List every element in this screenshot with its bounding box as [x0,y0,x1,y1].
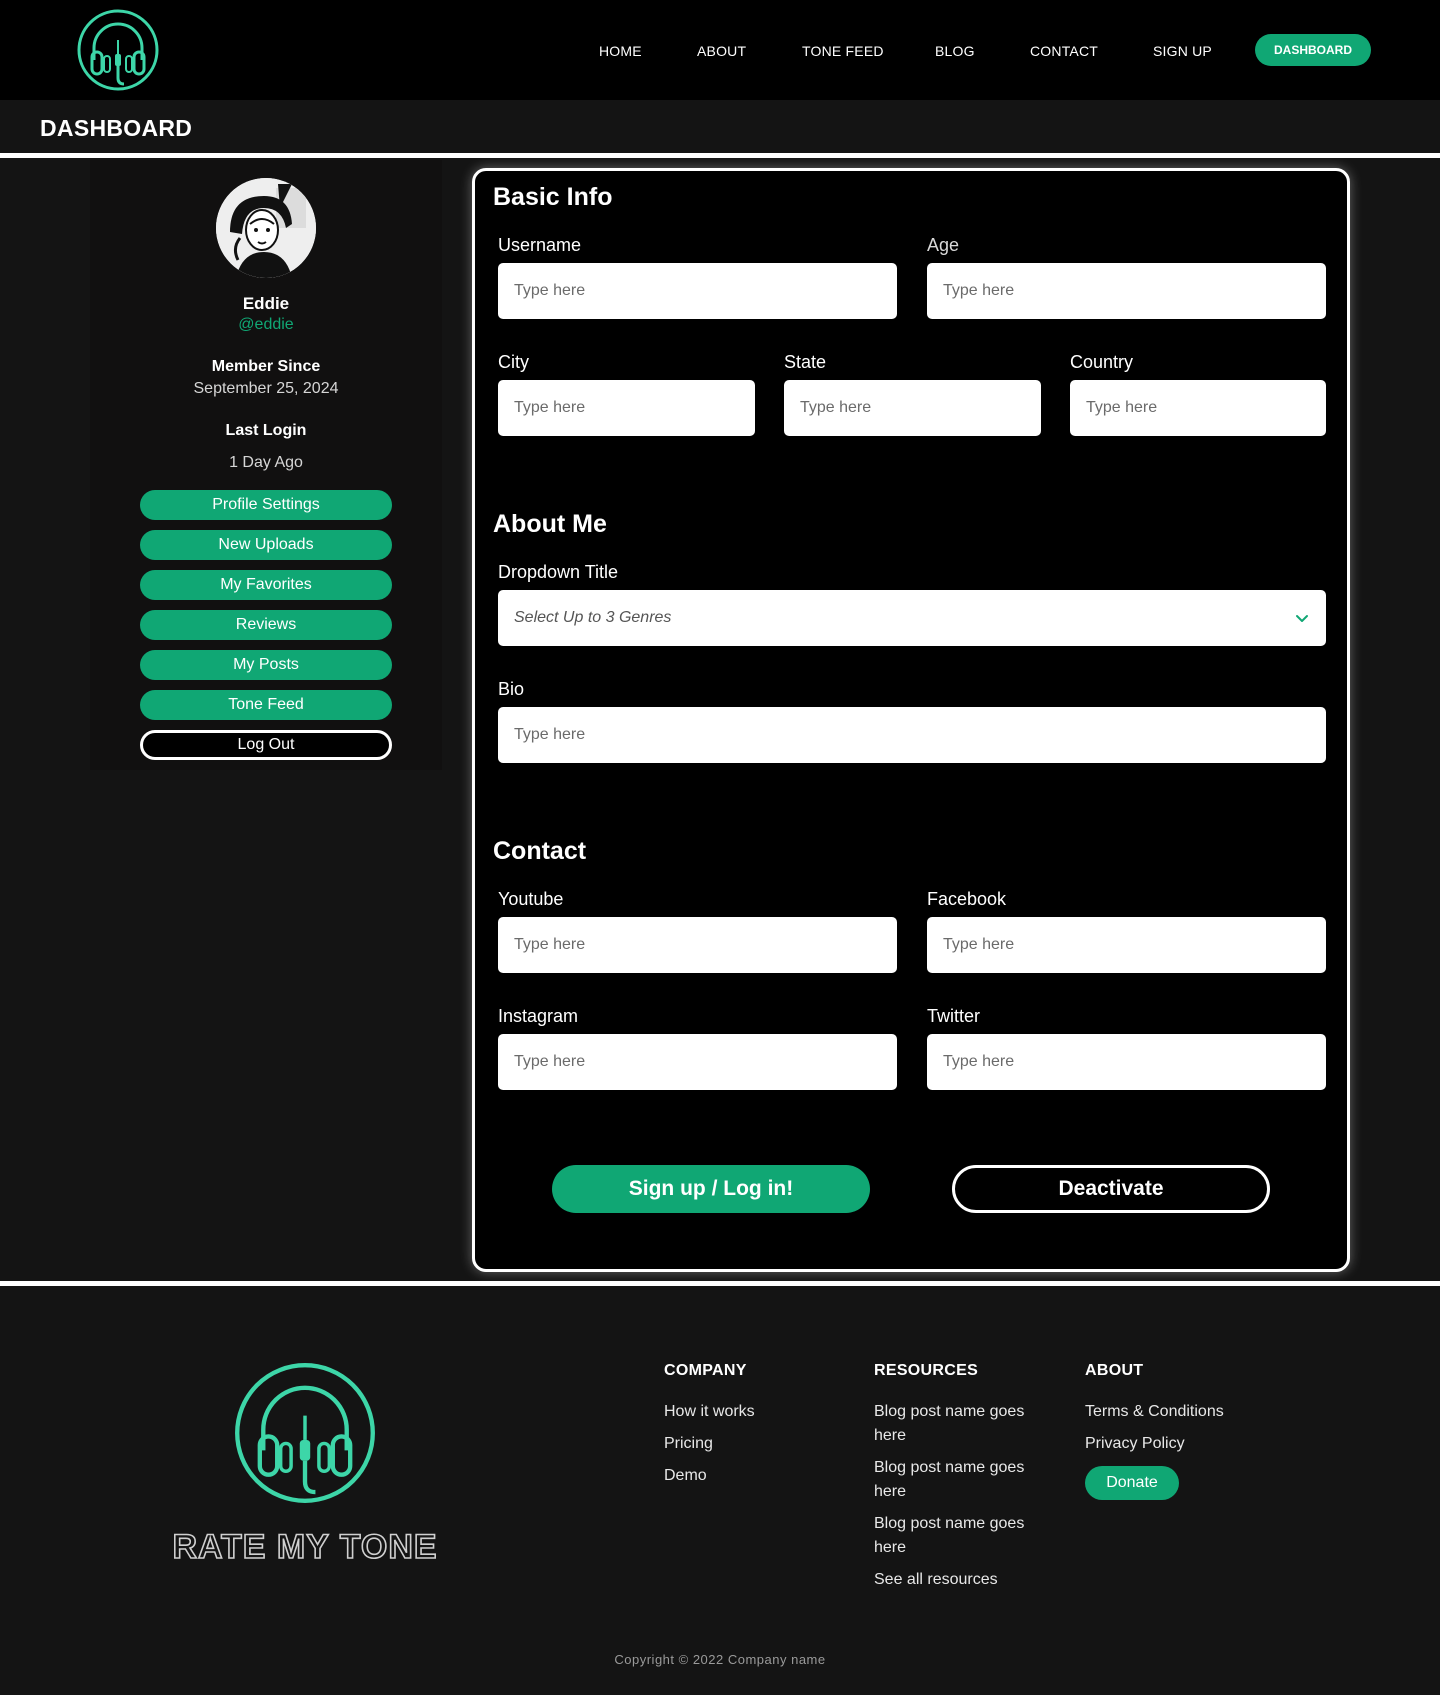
footer-company-column: COMPANY How it works Pricing Demo [664,1362,755,1496]
member-since-date: September 25, 2024 [193,380,339,397]
footer-link-blog-post-3[interactable]: Blog post name goes here [874,1512,1054,1560]
about-me-title: About Me [493,510,607,538]
facebook-label: Facebook [927,889,1007,909]
footer-link-blog-post-1[interactable]: Blog post name goes here [874,1400,1054,1448]
sidebar-profile-settings-button[interactable]: Profile Settings [140,490,392,520]
footer-link-blog-post-2[interactable]: Blog post name goes here [874,1456,1054,1504]
country-label: Country [1070,352,1134,372]
username-label: Username [498,235,582,255]
footer-divider [0,1281,1440,1286]
profile-form-card: Basic Info Username Age City State Count… [472,168,1350,1272]
city-input[interactable] [498,380,755,436]
donate-button[interactable]: Donate [1085,1466,1179,1500]
avatar-illustration-icon [216,178,316,278]
sign-up-login-button[interactable]: Sign up / Log in! [552,1165,870,1213]
basic-info-title: Basic Info [493,183,613,211]
nav-about[interactable]: ABOUT [697,43,746,59]
footer-link-demo[interactable]: Demo [664,1464,755,1488]
sidebar-reviews-button[interactable]: Reviews [140,610,392,640]
city-label: City [498,352,529,372]
instagram-input[interactable] [498,1034,897,1090]
instagram-label: Instagram [498,1006,579,1026]
footer-link-terms[interactable]: Terms & Conditions [1085,1400,1224,1424]
state-label: State [784,352,827,372]
profile-sidebar: Eddie @eddie Member Since September 25, … [90,160,442,770]
avatar[interactable] [216,178,316,278]
age-input[interactable] [927,263,1326,319]
last-login-value: 1 Day Ago [229,454,303,471]
sidebar-my-favorites-button[interactable]: My Favorites [140,570,392,600]
footer-about-column: ABOUT Terms & Conditions Privacy Policy … [1085,1362,1224,1500]
footer-about-heading: ABOUT [1085,1362,1144,1379]
footer-link-privacy[interactable]: Privacy Policy [1085,1432,1224,1456]
contact-title: Contact [493,837,587,865]
username-input[interactable] [498,263,897,319]
age-label: Age [927,235,960,255]
headphones-logo-icon[interactable] [232,1360,378,1506]
footer-resources-column: RESOURCES Blog post name goes here Blog … [874,1362,1054,1600]
youtube-input[interactable] [498,917,897,973]
sidebar-my-posts-button[interactable]: My Posts [140,650,392,680]
twitter-label: Twitter [927,1006,981,1026]
genres-dropdown[interactable]: Select Up to 3 Genres [498,590,1326,646]
headphones-logo-icon[interactable] [76,8,160,92]
copyright-text: Copyright © 2022 Company name [614,1652,826,1667]
footer-resources-heading: RESOURCES [874,1362,979,1379]
footer-link-how-it-works[interactable]: How it works [664,1400,755,1424]
bio-label: Bio [498,679,525,699]
nav-tone-feed[interactable]: TONE FEED [802,43,884,59]
youtube-label: Youtube [498,889,564,909]
header-divider [0,153,1440,158]
profile-name: Eddie [242,294,290,313]
navbar: HOME ABOUT TONE FEED BLOG CONTACT SIGN U… [0,0,1440,100]
footer-link-pricing[interactable]: Pricing [664,1432,755,1456]
nav-home[interactable]: HOME [599,43,642,59]
member-since-label: Member Since [211,358,321,375]
last-login-label: Last Login [225,422,307,439]
profile-handle[interactable]: @eddie [90,316,442,334]
brand-wordmark-text: RATE MY TONE [174,1528,436,1566]
brand-wordmark: RATE MY TONE [174,1527,436,1567]
nav-sign-up[interactable]: SIGN UP [1153,43,1212,59]
twitter-input[interactable] [927,1034,1326,1090]
facebook-input[interactable] [927,917,1326,973]
footer-company-heading: COMPANY [664,1362,747,1379]
sidebar-tone-feed-button[interactable]: Tone Feed [140,690,392,720]
nav-contact[interactable]: CONTACT [1030,43,1098,59]
footer-link-see-all-resources[interactable]: See all resources [874,1568,1054,1592]
logout-button[interactable]: Log Out [140,730,392,760]
sidebar-new-uploads-button[interactable]: New Uploads [140,530,392,560]
dropdown-title-label: Dropdown Title [498,562,619,582]
nav-blog[interactable]: BLOG [935,43,975,59]
page-title: DASHBOARD [40,115,193,141]
genres-dropdown-value: Select Up to 3 Genres [514,609,672,626]
nav-dashboard-button[interactable]: DASHBOARD [1255,34,1371,66]
state-input[interactable] [784,380,1041,436]
country-input[interactable] [1070,380,1326,436]
bio-input[interactable] [498,707,1326,763]
chevron-down-icon [1296,615,1308,622]
deactivate-button[interactable]: Deactivate [952,1165,1270,1213]
